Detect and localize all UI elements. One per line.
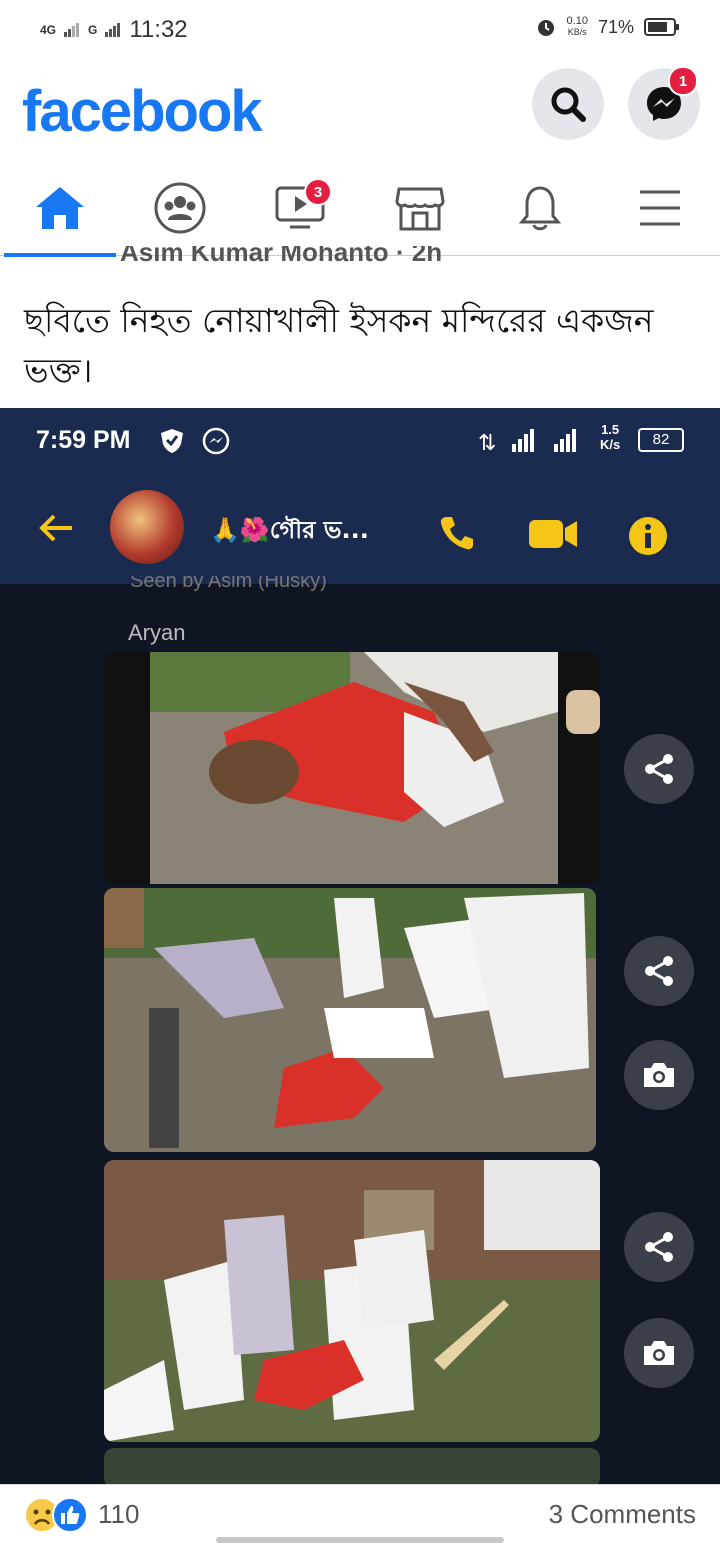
group-avatar [110, 490, 184, 564]
sender-name: Aryan [128, 620, 186, 645]
tab-menu[interactable] [600, 160, 720, 256]
image-battery-value: 82 [652, 431, 670, 448]
image-net-speed-unit: K/s [600, 437, 621, 452]
search-icon [551, 87, 586, 122]
svg-text:⇅: ⇅ [478, 431, 496, 454]
image-status-time: 7:59 PM [36, 426, 131, 454]
marketplace-icon [395, 187, 445, 231]
post-image[interactable]: 7:59 PM ⇅ 1.5 K/s 82 🙏🌺গৌর ভ... Seen by … [0, 408, 720, 1484]
data-speed: 0.10 KB/s [567, 16, 588, 38]
share-button-3[interactable] [624, 1212, 694, 1282]
reaction-count[interactable]: 110 [98, 1499, 139, 1530]
phone-icon [440, 517, 473, 550]
tab-marketplace[interactable] [360, 160, 480, 256]
post-footer: 110 3 Comments [0, 1484, 720, 1544]
search-button[interactable] [532, 68, 604, 140]
status-bar: 4G G 11:32 0.10 KB/s 71% [0, 0, 720, 60]
chat-photo-2[interactable] [104, 888, 596, 1152]
share-button-2[interactable] [624, 936, 694, 1006]
like-reaction-icon [52, 1497, 88, 1533]
status-left: 4G G 11:32 [40, 16, 188, 44]
groups-icon [154, 182, 206, 234]
signal-icon [64, 23, 80, 37]
video-call-icon [529, 520, 577, 548]
hamburger-menu-icon [640, 190, 680, 226]
main-tabs: 3 [0, 160, 720, 257]
chat-photo-1-image [150, 652, 558, 884]
chat-photo-3[interactable] [104, 1160, 600, 1442]
post-text: ছবিতে নিহত নোয়াখালী ইসকন মন্দিরের একজন … [24, 301, 654, 390]
comments-count[interactable]: 3 Comments [549, 1499, 696, 1530]
back-arrow-icon [39, 514, 72, 542]
chat-thumb[interactable] [566, 690, 600, 734]
image-signal-icons: ⇅ [478, 429, 576, 454]
share-icon [645, 956, 673, 986]
share-icon [645, 1232, 673, 1262]
image-status-bar: 7:59 PM ⇅ 1.5 K/s 82 [0, 408, 720, 472]
reactions[interactable] [24, 1497, 88, 1533]
messenger-small-icon [202, 427, 230, 455]
chat-photo-3-image [104, 1160, 600, 1442]
tab-home[interactable] [0, 160, 120, 257]
camera-button-2[interactable] [624, 1318, 694, 1388]
status-time: 11:32 [129, 16, 188, 43]
post-author-clipped[interactable]: Asim Kumar Mohanto · 2h [120, 246, 442, 266]
tab-notifications[interactable] [480, 160, 600, 256]
home-icon [36, 187, 84, 229]
battery-icon [644, 18, 679, 36]
app-header: facebook 1 [0, 60, 720, 160]
image-chat-appbar: 🙏🌺গৌর ভ... [0, 472, 720, 584]
tab-groups[interactable] [120, 160, 240, 256]
camera-icon [644, 1063, 674, 1087]
image-net-speed-value: 1.5 [601, 422, 620, 437]
data-speed-value: 0.10 [566, 15, 588, 27]
chat-title: 🙏🌺গৌর ভ... [210, 516, 369, 544]
watch-badge: 3 [304, 178, 332, 206]
facebook-logo[interactable]: facebook [22, 78, 263, 145]
camera-button-1[interactable] [624, 1040, 694, 1110]
chat-photo-1[interactable] [104, 652, 600, 884]
image-battery: 82 [638, 428, 684, 452]
status-right: 0.10 KB/s 71% [535, 16, 680, 38]
share-button-1[interactable] [624, 734, 694, 804]
network-g-indicator: G [88, 23, 98, 37]
alarm-icon [537, 20, 554, 36]
tab-active-indicator [4, 253, 116, 257]
image-net-speed: 1.5 K/s [600, 422, 620, 452]
info-icon [629, 517, 667, 555]
network-4g-indicator: 4G [40, 23, 57, 37]
bell-icon [518, 186, 562, 231]
shield-icon [161, 429, 183, 453]
signal-icon-2 [105, 23, 121, 37]
tab-watch[interactable]: 3 [240, 160, 360, 256]
messenger-button[interactable]: 1 [628, 66, 700, 140]
messenger-badge: 1 [668, 66, 698, 96]
seen-by-clipped: Seen by Asim (Husky) [130, 576, 327, 592]
battery-percent: 71% [597, 16, 634, 37]
chat-photo-4[interactable] [104, 1448, 600, 1484]
share-icon [645, 754, 673, 784]
home-indicator[interactable] [216, 1537, 504, 1543]
chat-photo-2-image [104, 888, 596, 1152]
camera-icon [644, 1341, 674, 1365]
data-speed-unit: KB/s [567, 27, 587, 37]
